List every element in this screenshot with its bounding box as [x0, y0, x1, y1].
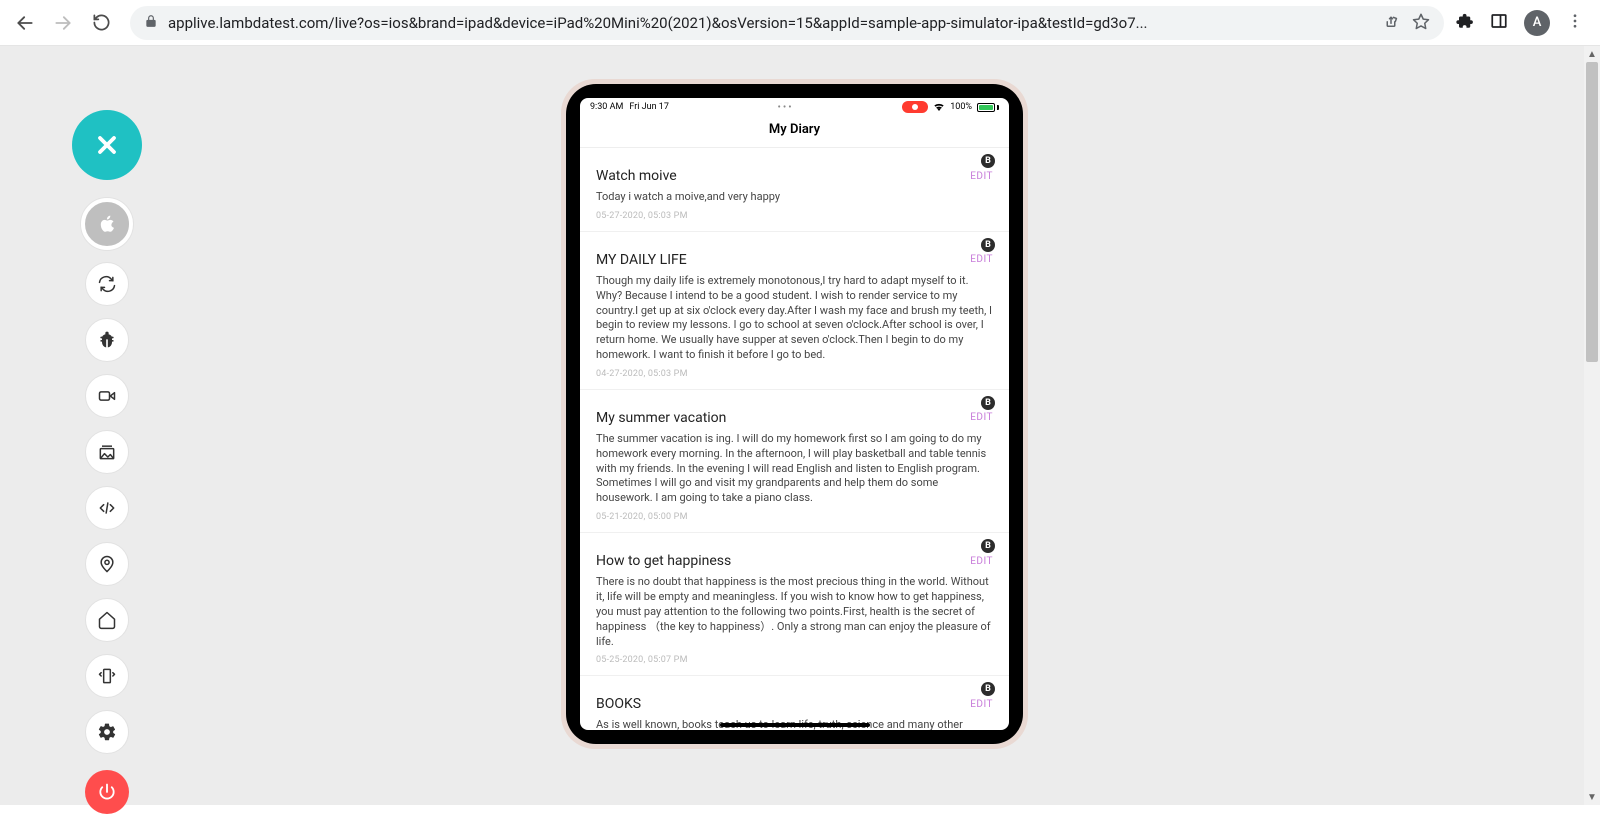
page-scrollbar[interactable]: ▲ ▼ [1584, 46, 1600, 805]
entry-title: My summer vacation [596, 410, 726, 426]
entry-badge-icon: B [981, 238, 995, 252]
kebab-menu-icon[interactable] [1566, 12, 1584, 34]
entry-timestamp: 05-21-2020, 05:00 PM [596, 512, 993, 522]
address-bar[interactable]: applive.lambdatest.com/live?os=ios&brand… [130, 6, 1444, 40]
forward-button[interactable] [46, 6, 80, 40]
side-rail [72, 110, 142, 814]
edit-button[interactable]: EDIT [970, 254, 993, 265]
entry-timestamp: 05-27-2020, 05:03 PM [596, 211, 993, 221]
profile-avatar[interactable]: A [1524, 10, 1550, 36]
entry-badge-icon: B [981, 154, 995, 168]
wifi-percent: 100% [950, 102, 972, 112]
multitask-dots[interactable]: ••• [778, 102, 794, 113]
scroll-thumb[interactable] [1586, 62, 1598, 362]
back-button[interactable] [8, 6, 42, 40]
close-session-button[interactable] [72, 110, 142, 180]
wifi-icon [933, 101, 945, 114]
extensions-icon[interactable] [1456, 12, 1474, 34]
share-icon[interactable] [1382, 12, 1400, 34]
power-button[interactable] [85, 770, 129, 814]
diary-entry[interactable]: B BOOKS EDIT As is well known, books tea… [580, 676, 1009, 730]
settings-button[interactable] [85, 710, 129, 754]
video-button[interactable] [85, 374, 129, 418]
entry-badge-icon: B [981, 539, 995, 553]
entry-title: Watch moive [596, 168, 677, 184]
reload-button[interactable] [84, 6, 118, 40]
entry-title: BOOKS [596, 696, 641, 712]
ipad-device-frame: 9:30 AM Fri Jun 17 ••• 100% [561, 79, 1028, 749]
entry-badge-icon: B [981, 396, 995, 410]
entry-body: Today i watch a moive,and very happy [596, 190, 993, 205]
entry-body: Though my daily life is extremely monoto… [596, 274, 993, 363]
edit-button[interactable]: EDIT [970, 556, 993, 567]
ios-status-bar: 9:30 AM Fri Jun 17 ••• 100% [580, 98, 1009, 116]
diary-entries: B Watch moive EDIT Today i watch a moive… [580, 148, 1009, 730]
edit-button[interactable]: EDIT [970, 171, 993, 182]
entry-timestamp: 04-27-2020, 05:03 PM [596, 369, 993, 379]
entry-title: How to get happiness [596, 553, 731, 569]
entry-body: There is no doubt that happiness is the … [596, 575, 993, 649]
diary-entry[interactable]: B Watch moive EDIT Today i watch a moive… [580, 148, 1009, 232]
panel-icon[interactable] [1490, 12, 1508, 34]
entry-timestamp: 05-25-2020, 05:07 PM [596, 655, 993, 665]
edit-button[interactable]: EDIT [970, 699, 993, 710]
scroll-up-icon[interactable]: ▲ [1587, 46, 1597, 62]
location-button[interactable] [85, 542, 129, 586]
home-button[interactable] [85, 598, 129, 642]
url-text: applive.lambdatest.com/live?os=ios&brand… [168, 14, 1372, 32]
entry-badge-icon: B [981, 682, 995, 696]
status-date: Fri Jun 17 [629, 102, 669, 112]
diary-entry[interactable]: B How to get happiness EDIT There is no … [580, 533, 1009, 676]
recording-indicator [902, 101, 928, 113]
entry-title: MY DAILY LIFE [596, 252, 687, 268]
entry-body: The summer vacation is ing. I will do my… [596, 432, 993, 506]
ipad-screen[interactable]: 9:30 AM Fri Jun 17 ••• 100% [580, 98, 1009, 730]
battery-icon [977, 103, 999, 112]
ios-home-indicator[interactable] [720, 723, 870, 727]
bug-button[interactable] [85, 318, 129, 362]
avatar-initial: A [1533, 15, 1542, 30]
browser-toolbar: applive.lambdatest.com/live?os=ios&brand… [0, 0, 1600, 46]
rotate-button[interactable] [85, 262, 129, 306]
status-time: 9:30 AM [590, 102, 623, 112]
edit-button[interactable]: EDIT [970, 412, 993, 423]
platform-apple-button[interactable] [81, 198, 133, 250]
devtools-button[interactable] [85, 486, 129, 530]
scroll-down-icon[interactable]: ▼ [1587, 789, 1597, 805]
device-shake-button[interactable] [85, 654, 129, 698]
diary-entry[interactable]: B My summer vacation EDIT The summer vac… [580, 390, 1009, 533]
gallery-button[interactable] [85, 430, 129, 474]
diary-entry[interactable]: B MY DAILY LIFE EDIT Though my daily lif… [580, 232, 1009, 390]
star-icon[interactable] [1412, 12, 1430, 34]
lock-icon [144, 13, 158, 32]
workspace: 9:30 AM Fri Jun 17 ••• 100% [0, 46, 1600, 805]
app-title: My Diary [580, 116, 1009, 148]
